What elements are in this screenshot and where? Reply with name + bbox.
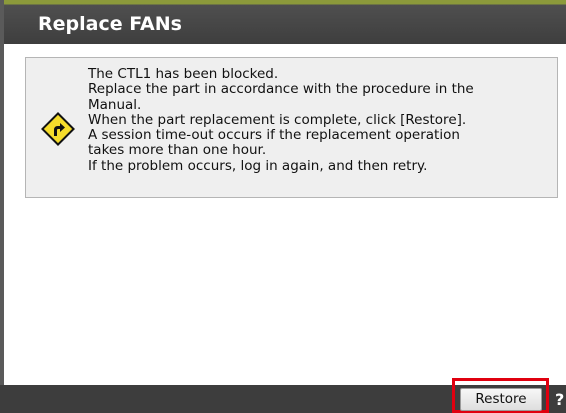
dialog-content: The CTL1 has been blocked. Replace the p… bbox=[0, 44, 566, 385]
help-icon[interactable]: ? bbox=[555, 388, 566, 411]
message-line: Manual. bbox=[88, 96, 142, 113]
replace-fans-dialog: Replace FANs The CTL1 has been blocked. … bbox=[0, 0, 566, 413]
message-line: takes more than one hour. bbox=[88, 142, 267, 159]
message-line: When the part replacement is complete, c… bbox=[88, 111, 467, 128]
dialog-title: Replace FANs bbox=[38, 13, 182, 35]
message-text: The CTL1 has been blocked. Replace the p… bbox=[88, 66, 548, 174]
message-line: A session time-out occurs if the replace… bbox=[88, 127, 460, 144]
dialog-title-bar: Replace FANs bbox=[0, 0, 566, 44]
message-line: The CTL1 has been blocked. bbox=[88, 66, 279, 82]
warning-road-sign-icon bbox=[40, 111, 76, 147]
restore-button[interactable]: Restore bbox=[460, 388, 542, 411]
message-box: The CTL1 has been blocked. Replace the p… bbox=[25, 57, 558, 198]
message-line: If the problem occurs, log in again, and… bbox=[88, 157, 428, 174]
message-line: Replace the part in accordance with the … bbox=[88, 81, 474, 98]
